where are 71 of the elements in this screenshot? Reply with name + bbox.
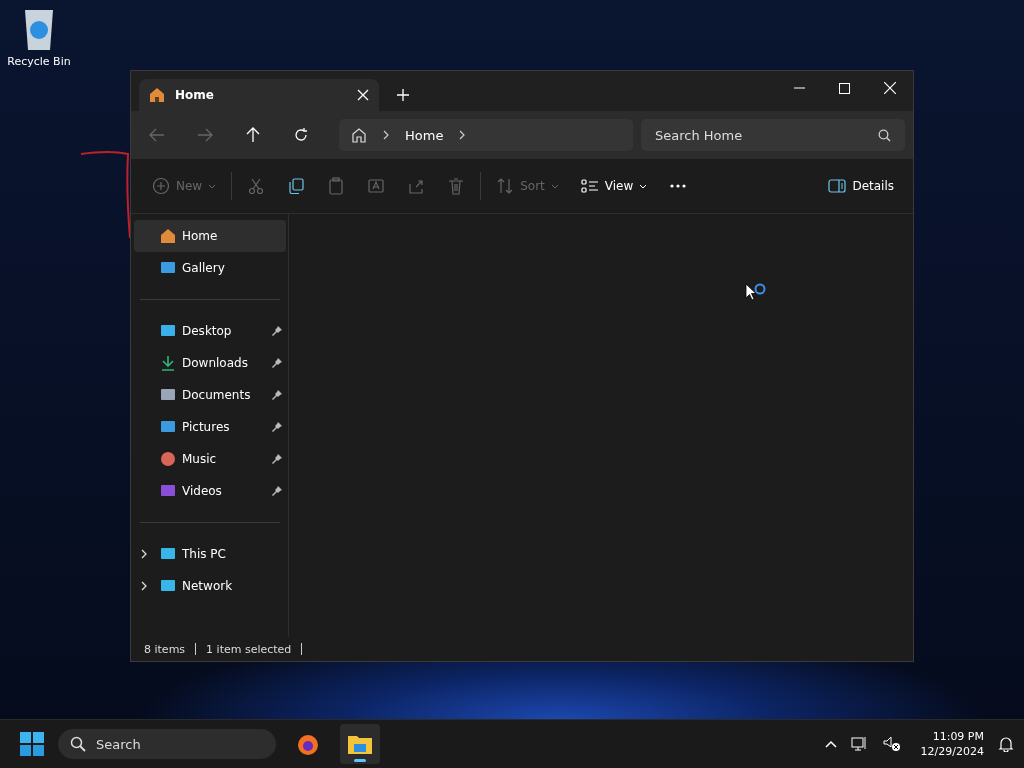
chevron-icon[interactable] — [459, 130, 466, 140]
home-icon — [149, 87, 165, 103]
pin-icon[interactable] — [272, 390, 282, 400]
trash-icon — [447, 177, 466, 195]
sidebar-item[interactable]: This PC — [134, 538, 286, 570]
search-field[interactable]: Search Home — [641, 119, 905, 151]
pin-icon[interactable] — [272, 422, 282, 432]
sidebar-item[interactable]: Downloads — [134, 347, 286, 379]
sidebar-item[interactable]: Network — [134, 570, 286, 602]
music-icon — [160, 451, 176, 467]
tab[interactable]: Home — [139, 79, 379, 111]
pictures-icon — [160, 419, 176, 435]
plus-circle-icon — [152, 177, 170, 195]
videos-icon — [160, 483, 176, 499]
share-icon — [407, 177, 426, 195]
breadcrumb[interactable]: Home — [405, 127, 444, 143]
sidebar-item[interactable]: Home — [134, 220, 286, 252]
pc-icon — [160, 546, 176, 562]
start-icon[interactable] — [20, 732, 44, 756]
chevron-icon[interactable] — [140, 581, 148, 591]
sidebar-item[interactable]: Documents — [134, 379, 286, 411]
pin-icon[interactable] — [272, 486, 282, 496]
new-tab-icon[interactable] — [397, 89, 409, 101]
desktop-icon — [160, 323, 176, 339]
sidebar-item[interactable]: Videos — [134, 475, 286, 507]
busy-cursor-icon — [745, 283, 767, 303]
notification-bell-icon[interactable] — [998, 736, 1014, 752]
sidebar-item[interactable]: Gallery — [134, 252, 286, 284]
list-view-icon — [580, 177, 599, 195]
rename-icon — [367, 177, 386, 195]
copy-icon — [287, 177, 306, 195]
folder-icon[interactable] — [340, 724, 380, 764]
item-count: 8 items — [144, 642, 186, 656]
chevron-icon[interactable] — [140, 549, 148, 559]
address-bar[interactable]: Home — [339, 119, 633, 151]
selection-count: 1 item selected — [206, 642, 292, 656]
close-icon[interactable] — [884, 82, 896, 94]
scissors-icon — [247, 177, 266, 195]
desktop-icon-label[interactable]: Recycle Bin — [7, 55, 71, 68]
chevron-up-icon[interactable] — [824, 740, 837, 748]
caret-icon — [639, 183, 648, 189]
sidebar-item[interactable]: Pictures — [134, 411, 286, 443]
speaker-muted-icon[interactable] — [882, 736, 901, 752]
documents-icon — [160, 387, 176, 403]
home-icon — [160, 228, 176, 244]
network-icon — [160, 578, 176, 594]
network-icon[interactable] — [850, 736, 869, 752]
downloads-icon — [160, 355, 176, 371]
details-button[interactable]: Details — [821, 172, 901, 200]
caret-icon — [208, 183, 217, 189]
close-icon[interactable] — [357, 89, 369, 101]
home-icon[interactable] — [351, 127, 367, 143]
pin-icon[interactable] — [272, 326, 282, 336]
search-icon — [878, 129, 891, 142]
view-button[interactable]: View — [573, 171, 655, 201]
sidebar-item[interactable]: Music — [134, 443, 286, 475]
maximize-icon[interactable] — [839, 82, 850, 94]
more-icon — [669, 184, 688, 188]
pin-icon[interactable] — [272, 454, 282, 464]
clock-date[interactable]: 12/29/2024 — [920, 744, 984, 759]
pin-icon[interactable] — [272, 358, 282, 368]
clock-time[interactable]: 11:09 PM — [932, 729, 984, 744]
caret-icon — [550, 183, 559, 189]
clipboard-icon — [327, 177, 346, 195]
taskbar-search-field[interactable]: Search — [58, 729, 276, 759]
sidebar-item[interactable]: Desktop — [134, 315, 286, 347]
refresh-icon[interactable] — [293, 127, 309, 143]
sort-icon — [496, 177, 515, 195]
side-panel-icon — [828, 178, 847, 194]
gallery-icon — [160, 260, 176, 276]
chevron-icon[interactable] — [383, 130, 389, 140]
